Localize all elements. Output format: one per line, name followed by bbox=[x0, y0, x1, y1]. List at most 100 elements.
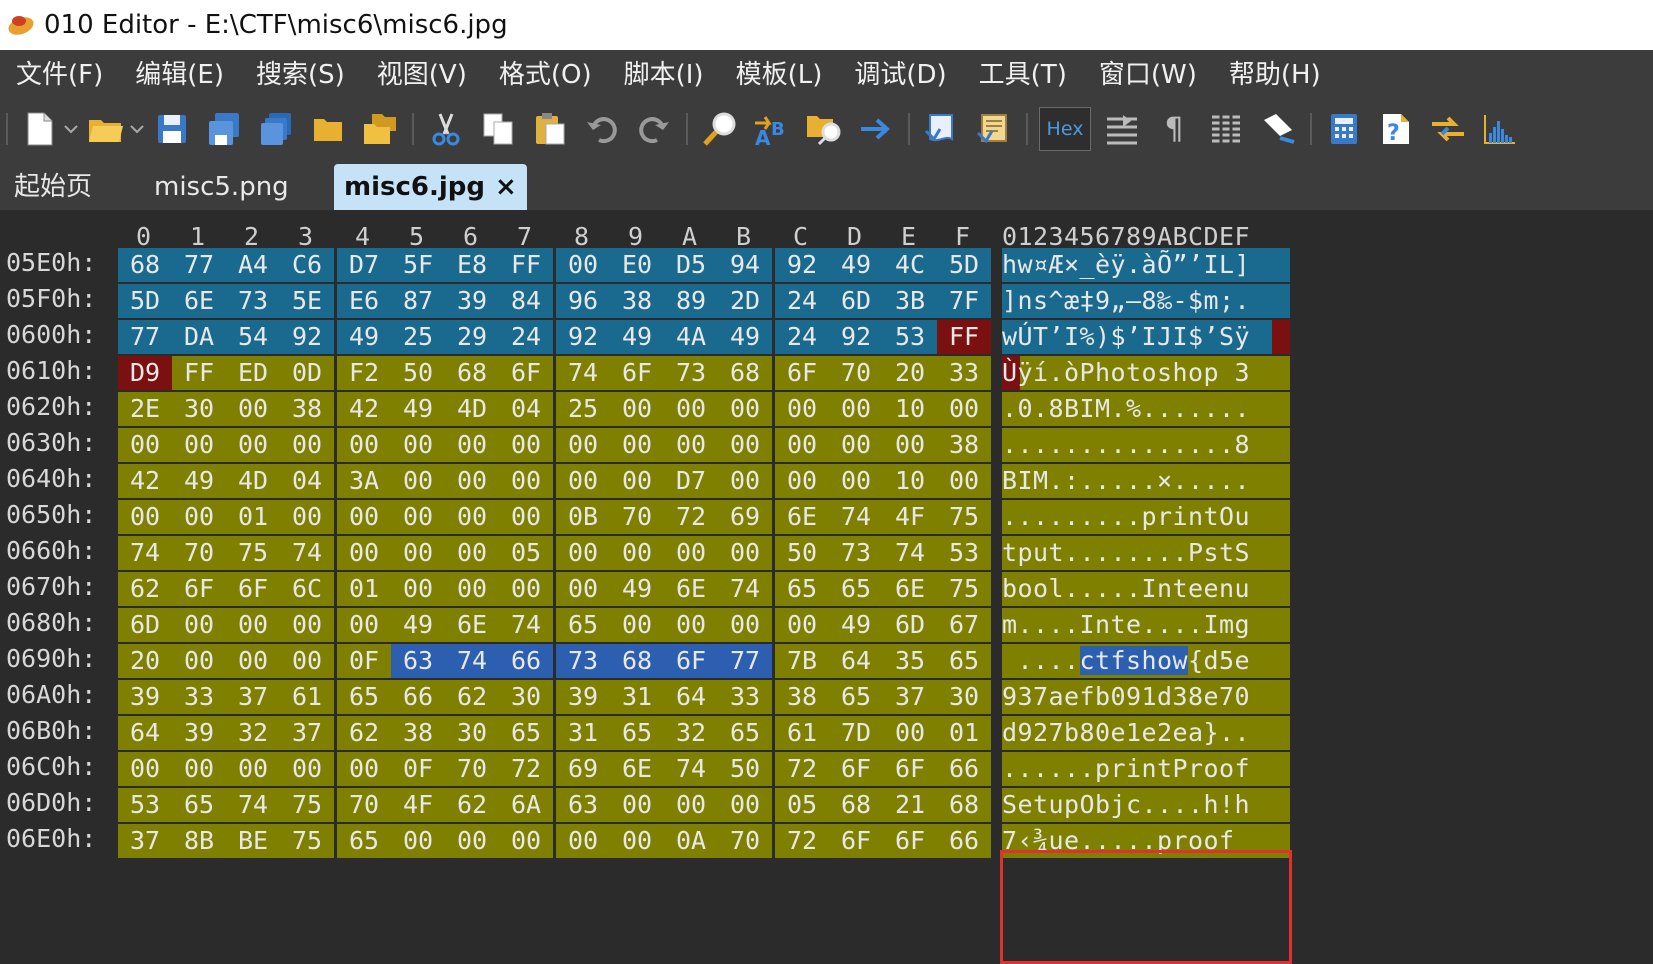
ascii-row[interactable]: .........printOu bbox=[1002, 500, 1290, 534]
open-multiple-icon[interactable] bbox=[359, 108, 401, 150]
hex-byte[interactable]: 4F bbox=[883, 500, 937, 534]
hex-byte[interactable]: 35 bbox=[883, 644, 937, 678]
hex-byte[interactable]: F2 bbox=[337, 356, 391, 390]
hex-byte[interactable]: 49 bbox=[718, 320, 772, 354]
hex-byte[interactable]: 00 bbox=[718, 392, 772, 426]
hex-byte[interactable]: 00 bbox=[775, 608, 829, 642]
hex-byte[interactable]: 7B bbox=[775, 644, 829, 678]
hex-byte[interactable]: 3B bbox=[883, 284, 937, 318]
columns-icon[interactable] bbox=[1205, 108, 1247, 150]
ascii-row[interactable]: 937aefb091d38e70 bbox=[1002, 680, 1290, 714]
close-icon[interactable]: × bbox=[495, 172, 517, 202]
hex-byte[interactable]: 01 bbox=[937, 716, 991, 750]
hex-byte[interactable]: 66 bbox=[499, 644, 553, 678]
hex-byte[interactable]: 00 bbox=[829, 392, 883, 426]
hex-byte[interactable]: D9 bbox=[118, 356, 172, 390]
histogram-icon[interactable] bbox=[1479, 108, 1521, 150]
hex-byte[interactable]: 96 bbox=[556, 284, 610, 318]
hex-byte[interactable]: 30 bbox=[172, 392, 226, 426]
hex-byte[interactable]: 00 bbox=[718, 608, 772, 642]
hex-byte[interactable]: 39 bbox=[172, 716, 226, 750]
hex-byte[interactable]: 7F bbox=[937, 284, 991, 318]
hex-byte[interactable]: 65 bbox=[718, 716, 772, 750]
hex-byte[interactable]: 92 bbox=[280, 320, 334, 354]
hex-byte[interactable]: 00 bbox=[391, 428, 445, 462]
hex-byte[interactable]: 74 bbox=[499, 608, 553, 642]
goto-icon[interactable] bbox=[855, 108, 897, 150]
hex-byte[interactable]: 00 bbox=[775, 464, 829, 498]
tab-misc5-png[interactable]: misc5.png bbox=[144, 164, 299, 210]
hex-byte[interactable]: 00 bbox=[499, 572, 553, 606]
hex-byte[interactable]: 68 bbox=[829, 788, 883, 822]
hex-byte[interactable]: 10 bbox=[883, 464, 937, 498]
hex-byte[interactable]: 6F bbox=[499, 356, 553, 390]
hex-byte[interactable]: 00 bbox=[664, 428, 718, 462]
hex-byte[interactable]: 4D bbox=[226, 464, 280, 498]
hex-byte[interactable]: 00 bbox=[499, 428, 553, 462]
hex-byte[interactable]: 00 bbox=[391, 824, 445, 858]
hex-byte[interactable]: 0A bbox=[664, 824, 718, 858]
hex-byte[interactable]: 3A bbox=[337, 464, 391, 498]
hex-byte[interactable]: 73 bbox=[556, 644, 610, 678]
paste-icon[interactable] bbox=[529, 108, 571, 150]
hex-byte[interactable]: 6E bbox=[775, 500, 829, 534]
hex-byte[interactable]: 66 bbox=[937, 824, 991, 858]
ascii-row[interactable]: ......printProof bbox=[1002, 752, 1290, 786]
hex-byte[interactable]: 70 bbox=[337, 788, 391, 822]
hex-byte[interactable]: 4C bbox=[883, 248, 937, 282]
hex-byte[interactable]: FF bbox=[172, 356, 226, 390]
hex-byte[interactable]: 00 bbox=[226, 392, 280, 426]
hex-byte[interactable]: 38 bbox=[775, 680, 829, 714]
hex-byte[interactable]: 74 bbox=[664, 752, 718, 786]
hex-byte[interactable]: 10 bbox=[883, 392, 937, 426]
hex-byte[interactable]: 72 bbox=[664, 500, 718, 534]
hex-byte[interactable]: 53 bbox=[118, 788, 172, 822]
swap-icon[interactable] bbox=[1427, 108, 1469, 150]
hex-byte[interactable]: 53 bbox=[937, 536, 991, 570]
ascii-row[interactable]: tput........PstS bbox=[1002, 536, 1290, 570]
hex-byte[interactable]: 68 bbox=[610, 644, 664, 678]
hex-byte[interactable]: 89 bbox=[664, 284, 718, 318]
hex-byte[interactable]: 00 bbox=[610, 608, 664, 642]
hex-byte[interactable]: 64 bbox=[118, 716, 172, 750]
hex-byte[interactable]: 00 bbox=[118, 752, 172, 786]
hex-byte[interactable]: 00 bbox=[718, 428, 772, 462]
open-folder-small-icon[interactable] bbox=[307, 108, 349, 150]
hex-byte[interactable]: 39 bbox=[556, 680, 610, 714]
hex-byte[interactable]: 87 bbox=[391, 284, 445, 318]
hex-byte[interactable]: 6D bbox=[829, 284, 883, 318]
hex-byte[interactable]: 65 bbox=[829, 680, 883, 714]
hex-byte[interactable]: 32 bbox=[226, 716, 280, 750]
hex-byte[interactable]: 00 bbox=[391, 500, 445, 534]
undo-icon[interactable] bbox=[581, 108, 623, 150]
hex-byte[interactable]: 66 bbox=[937, 752, 991, 786]
hex-byte[interactable]: D5 bbox=[664, 248, 718, 282]
run-template-icon[interactable] bbox=[973, 108, 1015, 150]
help-icon[interactable]: ? bbox=[1375, 108, 1417, 150]
redo-icon[interactable] bbox=[633, 108, 675, 150]
hex-byte[interactable]: 6F bbox=[829, 752, 883, 786]
ascii-row[interactable]: wÚT’I%)$’IJI$’Sÿ bbox=[1002, 320, 1290, 354]
hex-byte[interactable]: 00 bbox=[937, 392, 991, 426]
hex-byte[interactable]: 0B bbox=[556, 500, 610, 534]
hex-byte[interactable]: 38 bbox=[937, 428, 991, 462]
hex-byte[interactable]: 6D bbox=[883, 608, 937, 642]
hex-byte[interactable]: 00 bbox=[610, 788, 664, 822]
hex-byte[interactable]: 6D bbox=[118, 608, 172, 642]
hex-byte[interactable]: 00 bbox=[172, 608, 226, 642]
hex-byte[interactable]: 00 bbox=[445, 824, 499, 858]
hex-byte[interactable]: FF bbox=[937, 320, 991, 354]
copy-icon[interactable] bbox=[477, 108, 519, 150]
hex-byte[interactable]: 77 bbox=[118, 320, 172, 354]
hex-byte[interactable]: 75 bbox=[937, 500, 991, 534]
hex-byte[interactable]: 25 bbox=[391, 320, 445, 354]
hex-editor[interactable]: 0123456789ABCDEF 0123456789ABCDEF 05E0h:… bbox=[0, 210, 1653, 964]
save-as-icon[interactable] bbox=[203, 108, 245, 150]
hex-byte[interactable]: 01 bbox=[226, 500, 280, 534]
ascii-row[interactable]: ]ns^æ‡9„–8‰-$m;. bbox=[1002, 284, 1290, 318]
hex-byte[interactable]: 00 bbox=[445, 464, 499, 498]
hex-byte[interactable]: ED bbox=[226, 356, 280, 390]
hex-byte[interactable]: 39 bbox=[445, 284, 499, 318]
hex-byte[interactable]: 00 bbox=[226, 428, 280, 462]
hex-byte[interactable]: 00 bbox=[829, 428, 883, 462]
